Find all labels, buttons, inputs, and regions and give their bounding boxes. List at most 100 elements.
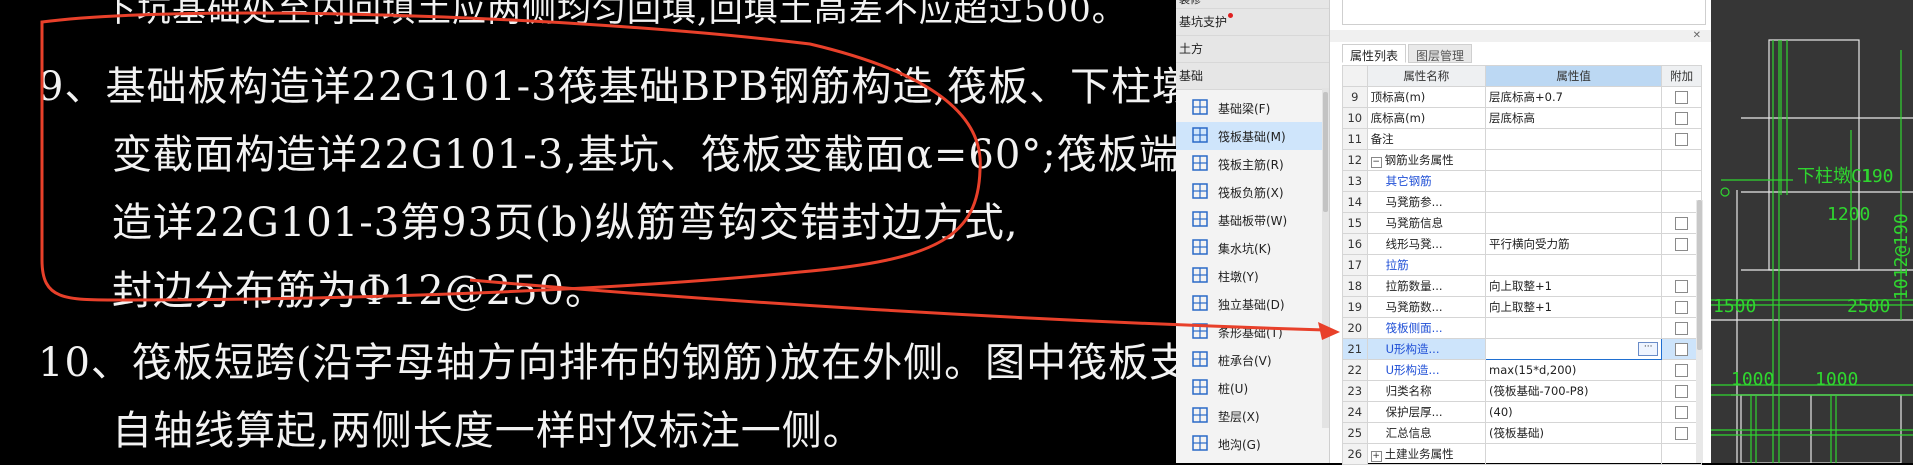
property-name: 土建业务属性 — [1384, 447, 1454, 461]
pile-icon — [1190, 377, 1218, 400]
tab-layer-management[interactable]: 图层管理 — [1408, 44, 1473, 63]
nav-category-earthwork[interactable]: 土方 — [1176, 36, 1329, 63]
row-index: 21 — [1342, 338, 1368, 360]
collapse-icon[interactable]: − — [1370, 157, 1382, 168]
scrollbar-thumb[interactable] — [1323, 92, 1328, 212]
property-value-cell[interactable] — [1485, 317, 1663, 339]
property-tabs: 属性列表 图层管理 — [1342, 44, 1474, 63]
property-row[interactable]: 12− 钢筋业务属性 — [1342, 149, 1702, 171]
property-row[interactable]: 14 马凳筋参... — [1342, 191, 1702, 213]
property-row[interactable]: 19 马凳筋数... 向上取整+1 — [1342, 296, 1702, 318]
property-value-cell[interactable]: 向上取整+1 — [1485, 275, 1663, 297]
nav-category-foundation[interactable]: 基础 — [1176, 63, 1329, 90]
nav-item[interactable]: 筏板负筋(X) — [1176, 178, 1329, 206]
component-list-box[interactable] — [1342, 0, 1706, 25]
add-checkbox[interactable] — [1675, 91, 1689, 104]
nav-category-decoration[interactable]: 装修 — [1176, 0, 1329, 9]
nav-category-pit-support[interactable]: 基坑支护 — [1176, 9, 1329, 36]
property-row[interactable]: 13 其它钢筋 — [1342, 170, 1702, 192]
cad-plan-view[interactable]: 下柱墩C1 190 1200 1500 2500 1000 1000 1012@… — [1711, 0, 1913, 463]
nav-item[interactable]: 柱墩(Y) — [1176, 262, 1329, 290]
property-row[interactable]: 11 备注 — [1342, 128, 1702, 150]
add-checkbox[interactable] — [1675, 217, 1689, 230]
property-row[interactable]: 23 归类名称 (筏板基础-700-P8) — [1342, 380, 1702, 402]
property-value-cell[interactable]: 层底标高+0.7 — [1485, 86, 1663, 108]
property-value-cell[interactable]: (筏板基础) — [1485, 422, 1663, 444]
nav-item[interactable]: 集水坑(K) — [1176, 234, 1329, 262]
property-row[interactable]: 9 顶标高(m) 层底标高+0.7 — [1342, 86, 1702, 108]
add-checkbox[interactable] — [1675, 343, 1689, 356]
nav-item[interactable]: 基础板带(W) — [1176, 206, 1329, 234]
close-icon[interactable]: ✕ — [1693, 30, 1701, 41]
nav-item[interactable]: 筏板主筋(R) — [1176, 150, 1329, 178]
add-checkbox[interactable] — [1675, 427, 1689, 440]
property-name-cell: 筏板侧面... — [1366, 317, 1487, 339]
scrollbar-thumb[interactable] — [1697, 200, 1702, 350]
property-name: 马凳筋信息 — [1385, 216, 1444, 230]
row-index: 26 — [1342, 443, 1368, 465]
add-checkbox[interactable] — [1675, 406, 1689, 419]
property-scrollbar[interactable] — [1696, 200, 1703, 463]
add-checkbox[interactable] — [1675, 238, 1689, 251]
property-value-cell[interactable] — [1485, 443, 1663, 465]
property-row[interactable]: 20 筏板侧面... — [1342, 317, 1702, 339]
add-checkbox[interactable] — [1675, 301, 1689, 314]
nav-item[interactable]: 条形基础(T) — [1176, 318, 1329, 346]
property-value-cell[interactable] — [1485, 128, 1663, 150]
property-name-cell: 归类名称 — [1366, 380, 1487, 402]
nav-item[interactable]: 基础梁(F) — [1176, 94, 1329, 122]
add-checkbox[interactable] — [1675, 322, 1689, 335]
property-value-cell[interactable] — [1485, 254, 1663, 276]
property-row[interactable]: 15 马凳筋信息 — [1342, 212, 1702, 234]
property-name: 底标高(m) — [1370, 111, 1426, 125]
pile-cap-icon — [1190, 349, 1218, 372]
nav-item[interactable]: 独立基础(D) — [1176, 290, 1329, 318]
property-name: 马凳筋参... — [1385, 195, 1443, 209]
property-row[interactable]: 25 汇总信息 (筏板基础) — [1342, 422, 1702, 444]
tab-property-list[interactable]: 属性列表 — [1342, 44, 1407, 63]
property-row[interactable]: 26 + 土建业务属性 — [1342, 443, 1702, 465]
add-checkbox[interactable] — [1675, 385, 1689, 398]
nav-scrollbar[interactable] — [1322, 88, 1329, 428]
property-row[interactable]: 18 拉筋数量... 向上取整+1 — [1342, 275, 1702, 297]
property-value-cell[interactable]: 向上取整+1 — [1485, 296, 1663, 318]
strip-foundation-icon — [1190, 321, 1218, 344]
ellipsis-button[interactable]: ··· — [1638, 342, 1659, 356]
property-row[interactable]: 22 U形构造... max(15*d,200) — [1342, 359, 1702, 381]
nav-item[interactable]: 桩(U) — [1176, 374, 1329, 402]
property-row[interactable]: 21 U形构造... ··· — [1342, 338, 1702, 360]
property-value-cell[interactable]: 平行横向受力筋 — [1485, 233, 1663, 255]
property-value-cell[interactable]: max(15*d,200) — [1485, 359, 1663, 381]
property-name-cell: 拉筋数量... — [1366, 275, 1487, 297]
property-name: 备注 — [1370, 132, 1394, 146]
row-index: 9 — [1342, 86, 1368, 108]
add-checkbox[interactable] — [1675, 280, 1689, 293]
property-value-cell[interactable]: (40) — [1485, 401, 1663, 423]
nav-item[interactable]: 地沟(G) — [1176, 430, 1329, 458]
panel-header-strip — [1330, 30, 1711, 42]
add-checkbox[interactable] — [1675, 112, 1689, 125]
add-checkbox[interactable] — [1675, 133, 1689, 146]
property-row[interactable]: 24 保护层厚... (40) — [1342, 401, 1702, 423]
property-value-cell[interactable] — [1485, 170, 1663, 192]
nav-item[interactable]: 垫层(X) — [1176, 402, 1329, 430]
property-name: 顶标高(m) — [1370, 90, 1426, 104]
property-value-cell[interactable]: 层底标高 — [1485, 107, 1663, 129]
property-value-cell[interactable]: (筏板基础-700-P8) — [1485, 380, 1663, 402]
property-row[interactable]: 10 底标高(m) 层底标高 — [1342, 107, 1702, 129]
nav-item[interactable]: 筏板基础(M) — [1176, 122, 1329, 150]
property-row[interactable]: 17 拉筋 — [1342, 254, 1702, 276]
property-value-cell[interactable] — [1485, 212, 1663, 234]
property-value: (筏板基础) — [1489, 426, 1544, 440]
row-index: 23 — [1342, 380, 1368, 402]
nav-item-label: 筏板负筋(X) — [1218, 185, 1284, 200]
property-value-cell[interactable]: ··· — [1485, 338, 1663, 360]
property-value-cell[interactable] — [1485, 149, 1663, 171]
property-row[interactable]: 16 线形马凳... 平行横向受力筋 — [1342, 233, 1702, 255]
cad-drawing-area[interactable]: 下坑基础处至内回填土应两侧均匀回填,回填土高差不应超过500。 9、基础板构造详… — [0, 0, 1176, 463]
property-name: 其它钢筋 — [1385, 174, 1432, 188]
expand-icon[interactable]: + — [1370, 451, 1382, 462]
nav-item[interactable]: 桩承台(V) — [1176, 346, 1329, 374]
property-value-cell[interactable] — [1485, 191, 1663, 213]
add-checkbox[interactable] — [1675, 364, 1689, 377]
